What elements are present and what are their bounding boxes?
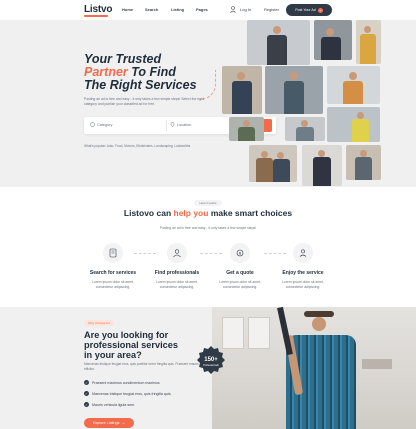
check-item: ✓ Maecenas tristique feugiat eros, quis f…	[84, 391, 172, 396]
professional-icon	[167, 243, 187, 263]
worker-photo-5	[265, 66, 323, 114]
worker-photo-11	[302, 145, 342, 186]
hero-title-line3: The Right Services	[84, 78, 197, 92]
why-choose-pill: Why Choose Us	[84, 320, 114, 326]
worker-photo-6	[327, 66, 380, 104]
category-select[interactable]: Category	[90, 122, 112, 127]
step-text: Lorem ipsum dolor sit amet, consectetur a…	[282, 280, 324, 289]
worker-photo-8	[285, 117, 325, 141]
step-quote: $ Get a quote Lorem ipsum dolor sit amet…	[205, 243, 275, 290]
check-icon: ✓	[84, 380, 89, 385]
how-it-works-pill: How it works	[194, 200, 222, 206]
plumber-photo	[212, 307, 416, 429]
check-icon: ✓	[84, 391, 89, 396]
user-icon	[230, 6, 236, 13]
badge-number: 150+	[204, 357, 218, 363]
step-title: Enjoy the service	[282, 270, 324, 276]
category-placeholder: Category	[97, 122, 113, 127]
location-pin-icon	[170, 122, 175, 127]
pro-description: Maecenas tristique feugiat eros, quis po…	[84, 362, 199, 371]
step-search: Search for services Lorem ipsum dolor si…	[78, 243, 148, 290]
wrench	[277, 307, 293, 356]
register-link[interactable]: Register	[264, 7, 279, 12]
nav-link-listing[interactable]: Listing	[171, 7, 184, 12]
site-logo[interactable]: Listvo	[84, 4, 112, 15]
how-title-post: make smart choices	[208, 208, 293, 218]
pro-title: Are you looking for professional service…	[84, 330, 178, 360]
worker-photo-1	[247, 20, 310, 65]
worker-photo-2	[314, 20, 352, 60]
how-title-pre: Listovo can	[123, 208, 174, 218]
worker-photo-10	[249, 145, 297, 182]
how-title-accent: help you	[173, 208, 209, 218]
nav-link-home[interactable]: Home	[122, 7, 133, 12]
check-item: ✓ Praesent maximus condimentum maximus	[84, 380, 160, 385]
how-title: Listovo can help you make smart choices	[0, 208, 416, 218]
step-text: Lorem ipsum dolor sit amet, consectetur a…	[219, 280, 261, 289]
check-item: ✓ Mauris vehicula ligula sem.	[84, 402, 136, 407]
step-title: Get a quote	[226, 270, 254, 276]
worker-photo-7	[229, 117, 264, 141]
search-divider	[166, 120, 167, 131]
arrow-right-icon: →	[121, 421, 126, 425]
location-input[interactable]: Location	[170, 122, 191, 127]
svg-text:$: $	[239, 251, 242, 256]
post-ad-label: Post Your Ad	[295, 8, 316, 12]
top-navbar: Listvo Home Search Listing Pages Log In …	[0, 0, 416, 20]
step-text: Lorem ipsum dolor sit amet, consectetur a…	[92, 280, 134, 289]
hero-title-line2: To Find	[127, 65, 176, 79]
plus-icon: +	[317, 7, 323, 13]
counter	[362, 359, 392, 369]
popular-searches: What's popular: Auto, Food, Movers, Elec…	[84, 144, 191, 148]
hero-title-accent: Partner	[84, 65, 128, 79]
step-text: Lorem ipsum dolor sit amet, consectetur a…	[156, 280, 198, 289]
cabinet	[248, 317, 270, 349]
grid-icon	[90, 122, 95, 127]
check-icon: ✓	[84, 402, 89, 407]
explore-listings-label: Explore Listings	[92, 421, 120, 425]
quote-icon: $	[230, 243, 250, 263]
nav-link-search[interactable]: Search	[145, 7, 158, 12]
service-icon	[293, 243, 313, 263]
how-subtitle: Posting an ad is free and easy - it only…	[159, 226, 257, 230]
step-enjoy: Enjoy the service Lorem ipsum dolor sit …	[268, 243, 338, 290]
worker-photo-4	[222, 66, 262, 114]
post-ad-button[interactable]: Post Your Ad +	[286, 4, 332, 16]
hero-title: Your Trusted Partner To Find The Right S…	[84, 53, 197, 92]
plumber-hair	[304, 311, 334, 317]
step-title: Search for services	[89, 270, 137, 276]
login-link[interactable]: Log In	[240, 7, 251, 12]
location-placeholder: Location	[177, 122, 192, 127]
nav-link-pages[interactable]: Pages	[196, 7, 208, 12]
explore-listings-button[interactable]: Explore Listings →	[84, 418, 134, 428]
hero-description: Posting an ad is free and easy - it only…	[84, 97, 204, 106]
worker-photo-9	[327, 107, 380, 142]
worker-photo-12	[346, 145, 381, 180]
badge-text: Professionals	[203, 363, 219, 367]
step-title: Find professionals	[154, 270, 200, 276]
professionals-badge: 150+ Professionals	[197, 346, 225, 374]
plumber-head	[312, 317, 326, 331]
step-find: Find professionals Lorem ipsum dolor sit…	[142, 243, 212, 290]
logo-swoosh	[84, 15, 108, 17]
search-list-icon	[103, 243, 123, 263]
worker-photo-3	[356, 20, 381, 64]
